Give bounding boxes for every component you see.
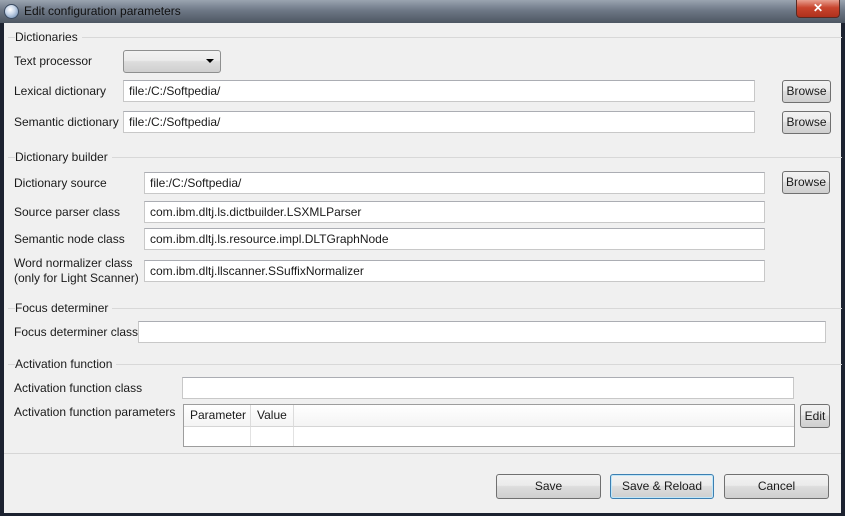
semantic-browse-button[interactable]: Browse	[782, 111, 831, 134]
lexical-browse-button[interactable]: Browse	[782, 80, 831, 103]
word-normalizer-input[interactable]: com.ibm.dltj.llscanner.SSuffixNormalizer	[144, 260, 765, 282]
close-button[interactable]: ✕	[796, 0, 840, 18]
dictionary-source-browse-button[interactable]: Browse	[782, 171, 830, 194]
activation-function-class-label: Activation function class	[14, 381, 143, 395]
table-header-parameter[interactable]: Parameter	[184, 405, 251, 427]
focus-determiner-caption: Focus determiner	[15, 301, 113, 315]
word-normalizer-label: Word normalizer class (only for Light Sc…	[14, 256, 139, 285]
dictionary-source-input[interactable]: file:/C:/Softpedia/	[144, 172, 765, 194]
semantic-dictionary-label: Semantic dictionary	[14, 115, 119, 129]
save-reload-button[interactable]: Save & Reload	[610, 474, 714, 499]
table-header-filler	[294, 405, 794, 427]
table-row[interactable]	[184, 427, 251, 446]
activation-function-parameters-label: Activation function parameters	[14, 405, 176, 419]
dialog-body: Dictionaries Text processor Lexical dict…	[4, 23, 842, 513]
dictionaries-caption: Dictionaries	[15, 30, 82, 44]
semantic-node-label: Semantic node class	[14, 232, 125, 246]
close-icon: ✕	[812, 1, 824, 15]
focus-determiner-class-label: Focus determiner class	[14, 325, 139, 339]
dictionary-builder-caption: Dictionary builder	[15, 150, 112, 164]
lexical-dictionary-input[interactable]: file:/C:/Softpedia/	[123, 80, 755, 102]
table-header-value[interactable]: Value	[251, 405, 294, 427]
table-row[interactable]	[251, 427, 294, 446]
source-parser-label: Source parser class	[14, 205, 121, 219]
window-title: Edit configuration parameters	[24, 4, 181, 18]
semantic-dictionary-input[interactable]: file:/C:/Softpedia/	[123, 111, 755, 133]
app-globe-icon	[4, 4, 19, 19]
semantic-node-input[interactable]: com.ibm.dltj.ls.resource.impl.DLTGraphNo…	[144, 228, 765, 250]
source-parser-input[interactable]: com.ibm.dltj.ls.dictbuilder.LSXMLParser	[144, 201, 765, 223]
dictionary-source-label: Dictionary source	[14, 176, 107, 190]
title-bar[interactable]: Edit configuration parameters ✕	[0, 0, 845, 23]
activation-function-caption: Activation function	[15, 357, 117, 371]
edit-parameters-button[interactable]: Edit	[800, 404, 830, 428]
text-processor-label: Text processor	[14, 54, 93, 68]
chevron-down-icon	[206, 59, 214, 63]
lexical-dictionary-label: Lexical dictionary	[14, 84, 107, 98]
focus-determiner-class-input[interactable]	[138, 321, 826, 343]
footer-separator	[4, 453, 841, 454]
activation-function-class-input[interactable]	[182, 377, 794, 399]
save-button[interactable]: Save	[496, 474, 601, 499]
text-processor-select[interactable]	[123, 50, 221, 73]
parameters-table[interactable]: Parameter Value	[183, 404, 795, 447]
cancel-button[interactable]: Cancel	[724, 474, 829, 499]
